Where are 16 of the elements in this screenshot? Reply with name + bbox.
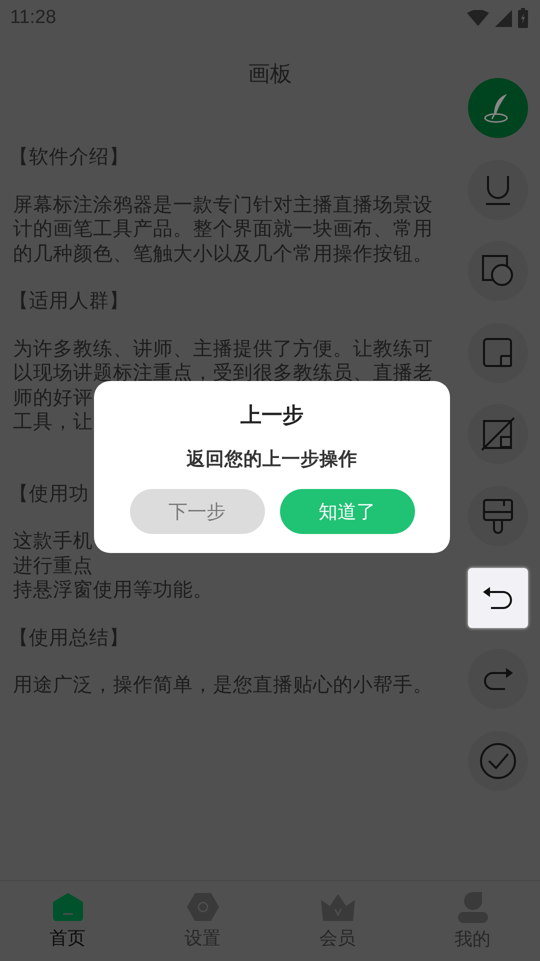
shapes-icon — [481, 254, 515, 288]
wifi-icon — [467, 10, 489, 26]
confirm-button[interactable]: 知道了 — [280, 489, 414, 534]
underline-icon — [484, 174, 512, 206]
nav-tab[interactable]: 首页 — [50, 892, 86, 950]
paint-brush-icon — [482, 498, 514, 534]
slash-square-icon — [480, 416, 516, 452]
battery-icon — [518, 8, 528, 28]
undo-tool-button[interactable] — [468, 568, 528, 628]
dialog-title: 上一步 — [240, 402, 304, 429]
dialog-message: 返回您的上一步操作 — [186, 448, 358, 472]
check-circle-icon — [479, 742, 517, 780]
signal-icon — [495, 10, 512, 26]
home-icon — [52, 892, 84, 922]
square-icon — [482, 336, 514, 369]
next-button[interactable]: 下一步 — [130, 489, 264, 534]
